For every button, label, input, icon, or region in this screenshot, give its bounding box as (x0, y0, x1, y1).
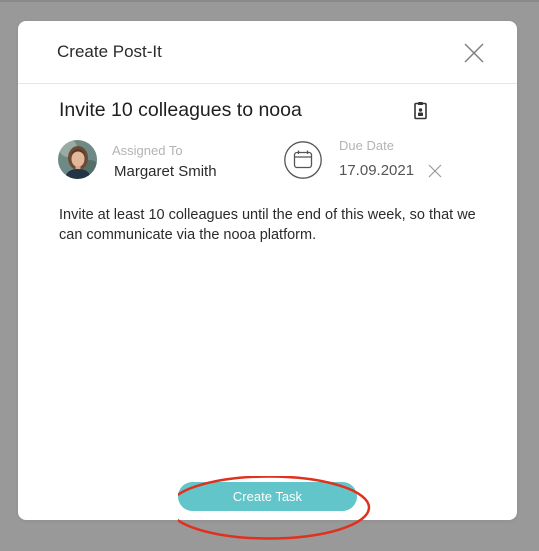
close-button[interactable] (462, 41, 486, 65)
create-post-it-dialog: Create Post-It Invite 10 colleagues to n… (18, 21, 517, 540)
dialog-header: Create Post-It (18, 21, 517, 84)
due-date-label: Due Date (339, 138, 394, 153)
clipboard-button[interactable] (412, 101, 430, 121)
close-icon (428, 164, 442, 178)
create-task-button[interactable]: Create Task (178, 482, 357, 511)
task-description[interactable]: Invite at least 10 colleagues until the … (59, 205, 489, 245)
calendar-icon (284, 141, 322, 179)
close-icon (464, 43, 484, 63)
task-title[interactable]: Invite 10 colleagues to nooa (59, 99, 302, 122)
dialog-title: Create Post-It (57, 42, 162, 61)
calendar-button[interactable] (284, 141, 322, 179)
assignee-name[interactable]: Margaret Smith (114, 163, 217, 180)
due-date-value[interactable]: 17.09.2021 (339, 162, 414, 179)
assignee-avatar[interactable] (58, 140, 97, 179)
clipboard-icon (414, 102, 427, 120)
avatar-photo (58, 140, 97, 179)
backdrop-top-edge (0, 0, 539, 2)
clear-due-date-button[interactable] (428, 164, 442, 178)
assigned-to-label: Assigned To (112, 143, 183, 158)
